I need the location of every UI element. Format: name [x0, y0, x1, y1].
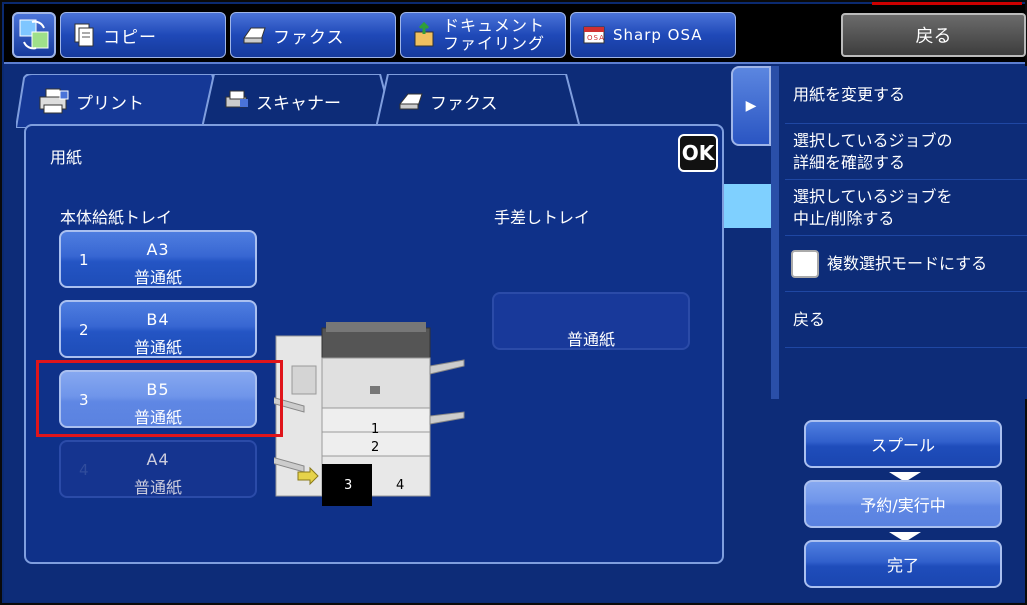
- print-icon: [39, 88, 69, 114]
- sharp-osa-label: Sharp OSA: [613, 26, 703, 44]
- machine-tray-2-label: 2: [371, 440, 380, 455]
- side-menu-multi-select[interactable]: 複数選択モードにする: [785, 236, 1027, 292]
- copy-mode-label: コピー: [103, 27, 157, 48]
- machine-tray-1-label: 1: [371, 422, 380, 437]
- fax-mode-label: ファクス: [273, 27, 345, 48]
- document-filing-label-line1: ドキュメント: [443, 16, 546, 35]
- multi-select-checkbox[interactable]: [791, 249, 819, 278]
- printer-illustration: 1 2 3 4: [267, 316, 474, 506]
- side-menu-toggle[interactable]: ▶: [731, 66, 771, 146]
- side-menu-cancel-delete[interactable]: 選択しているジョブを 中止/削除する: [785, 180, 1027, 236]
- fax-icon: [243, 27, 266, 44]
- side-menu-label: 選択しているジョブを: [793, 186, 953, 206]
- status-bar-fragment: [724, 184, 774, 228]
- document-filing-mode-button[interactable]: ドキュメント ファイリング: [400, 12, 566, 58]
- copy-icon: [74, 23, 94, 47]
- tab-scanner[interactable]: スキャナー: [202, 74, 394, 128]
- ok-button[interactable]: OK: [678, 134, 718, 172]
- bypass-tray-button[interactable]: 普通紙: [492, 292, 690, 350]
- spool-button[interactable]: スプール: [804, 420, 1002, 468]
- job-queue-button[interactable]: 予約/実行中: [804, 480, 1002, 528]
- tray-paper-size: B4: [146, 310, 170, 329]
- side-menu-label: 用紙を変更する: [793, 84, 906, 104]
- machine-tray-3-label: 3: [344, 478, 353, 493]
- side-menu-label-line2: 中止/削除する: [793, 208, 895, 228]
- sharp-osa-icon: OSA: [583, 26, 605, 44]
- tray-paper-size: A3: [146, 240, 170, 259]
- side-menu-label-line2: 詳細を確認する: [793, 152, 906, 172]
- main-trays-label: 本体給紙トレイ: [60, 208, 173, 227]
- top-indicator-line: [872, 2, 1022, 5]
- job-status-area: プリント スキャナー ファクス 用紙 OK 本体給紙トレイ 手差しトレイ 1 A…: [4, 62, 1027, 602]
- tab-print-label: プリント: [76, 93, 144, 114]
- side-menu-label: 戻る: [793, 309, 826, 329]
- tray-1-button[interactable]: 1 A3 普通紙: [59, 230, 257, 288]
- tray-paper-type: 普通紙: [133, 268, 182, 287]
- tab-print[interactable]: プリント: [16, 74, 226, 128]
- svg-text:OSA: OSA: [587, 34, 605, 42]
- tray-2-button[interactable]: 2 B4 普通紙: [59, 300, 257, 358]
- bypass-paper-type: 普通紙: [566, 330, 615, 349]
- panel-title: 用紙: [50, 148, 83, 167]
- tray-paper-size: A4: [146, 450, 170, 469]
- tray-paper-type: 普通紙: [133, 338, 182, 357]
- bypass-tray-label: 手差しトレイ: [494, 208, 591, 227]
- tab-fax-label: ファクス: [430, 93, 498, 114]
- tab-fax[interactable]: ファクス: [376, 74, 580, 128]
- machine-tray-4-label: 4: [396, 478, 405, 493]
- tab-scanner-label: スキャナー: [256, 93, 341, 114]
- fax-mode-button[interactable]: ファクス: [230, 12, 396, 58]
- scanner-icon: [225, 90, 248, 108]
- copy-mode-button[interactable]: コピー: [60, 12, 226, 58]
- selected-tray-highlight: [36, 360, 283, 437]
- side-menu-label: 複数選択モードにする: [827, 253, 988, 273]
- sharp-osa-mode-button[interactable]: OSA Sharp OSA: [570, 12, 736, 58]
- home-mode-icon[interactable]: [12, 12, 56, 58]
- device-screen: コピー ファクス ドキュメント ファイリング OSA Sharp OSA 戻る …: [0, 0, 1027, 605]
- document-filing-icon: [414, 22, 434, 47]
- document-filing-label-line2: ファイリング: [443, 34, 546, 53]
- side-menu: 用紙を変更する 選択しているジョブの 詳細を確認する 選択しているジョブを 中止…: [771, 66, 1027, 399]
- tray-paper-type: 普通紙: [133, 478, 182, 497]
- fax-icon: [399, 93, 423, 110]
- tray-4-button[interactable]: 4 A4 普通紙: [59, 440, 257, 498]
- side-menu-job-details[interactable]: 選択しているジョブの 詳細を確認する: [785, 124, 1027, 180]
- side-menu-back[interactable]: 戻る: [785, 292, 1027, 348]
- play-icon: ▶: [745, 98, 757, 114]
- top-mode-bar: コピー ファクス ドキュメント ファイリング OSA Sharp OSA 戻る: [4, 4, 1026, 62]
- top-back-button[interactable]: 戻る: [841, 13, 1026, 57]
- complete-button[interactable]: 完了: [804, 540, 1002, 588]
- side-menu-change-paper[interactable]: 用紙を変更する: [785, 66, 1027, 124]
- side-menu-label: 選択しているジョブの: [793, 130, 953, 150]
